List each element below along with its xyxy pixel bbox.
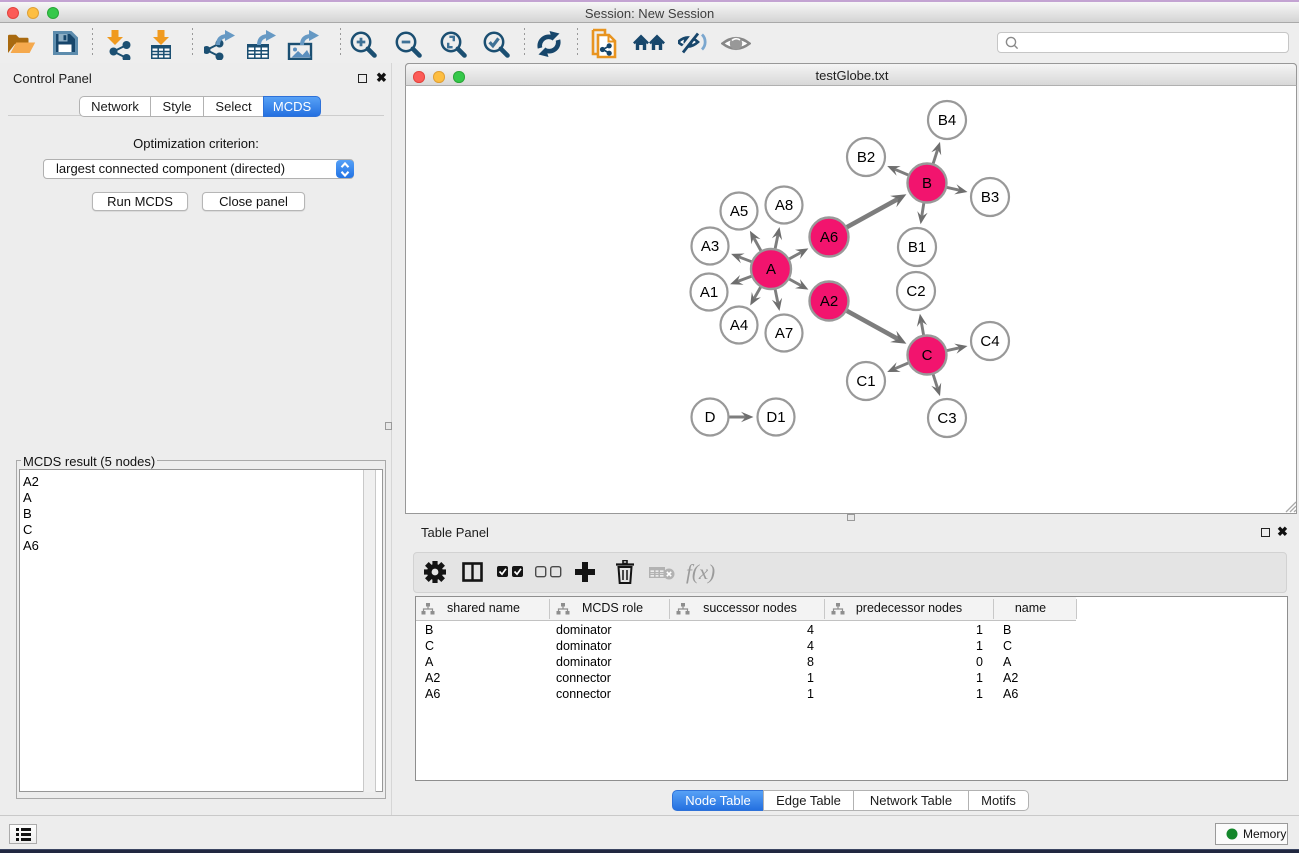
svg-text:B1: B1 (908, 239, 926, 256)
svg-text:A: A (766, 261, 776, 278)
svg-text:B2: B2 (857, 149, 875, 166)
svg-text:B4: B4 (938, 112, 956, 129)
svg-text:A6: A6 (820, 229, 838, 246)
svg-text:C4: C4 (980, 333, 999, 350)
svg-text:C3: C3 (937, 410, 956, 427)
svg-text:C2: C2 (906, 283, 925, 300)
svg-text:A5: A5 (730, 203, 748, 220)
svg-text:D1: D1 (766, 409, 785, 426)
svg-text:A4: A4 (730, 317, 748, 334)
svg-text:B: B (922, 175, 932, 192)
svg-text:A3: A3 (701, 238, 719, 255)
svg-text:A7: A7 (775, 325, 793, 342)
svg-text:A1: A1 (700, 284, 718, 301)
svg-text:C1: C1 (856, 373, 875, 390)
svg-text:B3: B3 (981, 189, 999, 206)
svg-text:A2: A2 (820, 293, 838, 310)
svg-text:D: D (705, 409, 716, 426)
svg-text:C: C (922, 347, 933, 364)
svg-text:A8: A8 (775, 197, 793, 214)
